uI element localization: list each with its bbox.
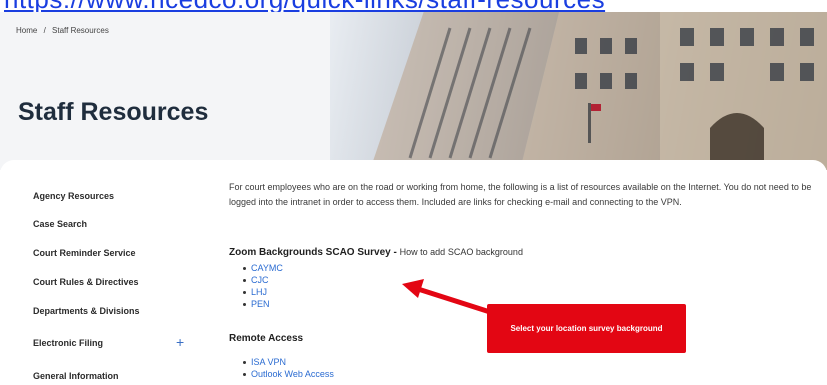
sidebar-item-case-search[interactable]: Case Search xyxy=(33,219,193,239)
callout-text: Select your location survey background xyxy=(510,324,663,333)
building-photo xyxy=(330,8,827,170)
callout-box: Select your location survey background xyxy=(487,304,686,353)
sidebar-item-label: General Information xyxy=(33,371,119,381)
sidebar-item-label: Agency Resources xyxy=(33,191,115,201)
remote-heading-text: Remote Access xyxy=(229,333,304,344)
list-item: Outlook Web Access xyxy=(243,368,334,380)
sidebar-item-label: Electronic Filing xyxy=(33,338,104,348)
remote-access-heading: Remote Access xyxy=(229,333,303,344)
sidebar-item-label: Departments & Divisions xyxy=(33,306,140,316)
breadcrumb-separator: / xyxy=(43,26,46,35)
url-banner[interactable]: https://www.ncedco.org/quick-links/staff… xyxy=(0,0,827,12)
sidebar-item-agency-resources[interactable]: Agency Resources xyxy=(33,191,193,211)
sidebar-item-court-rules-directives[interactable]: Court Rules & Directives xyxy=(33,277,193,297)
list-item: CJC xyxy=(243,274,283,286)
outlook-web-access-link[interactable]: Outlook Web Access xyxy=(251,369,334,379)
intro-paragraph: For court employees who are on the road … xyxy=(229,182,812,207)
sidebar-item-label: Case Search xyxy=(33,219,88,229)
list-item: PEN xyxy=(243,298,283,310)
breadcrumb: Home / Staff Resources xyxy=(16,26,109,35)
breadcrumb-home[interactable]: Home xyxy=(16,26,37,35)
hero-banner: Home / Staff Resources Staff Resources xyxy=(0,8,827,170)
url-banner-text[interactable]: https://www.ncedco.org/quick-links/staff… xyxy=(4,0,605,12)
sidebar-item-label: Court Rules & Directives xyxy=(33,277,139,287)
plus-icon[interactable]: + xyxy=(176,334,184,350)
sidebar-item-departments-divisions[interactable]: Departments & Divisions xyxy=(33,306,193,326)
sidebar-item-general-information[interactable]: General Information xyxy=(33,371,193,385)
sidebar-item-court-reminder-service[interactable]: Court Reminder Service xyxy=(33,248,193,268)
building-illustration xyxy=(370,8,827,170)
list-item: ISA VPN xyxy=(243,356,334,368)
cjc-link[interactable]: CJC xyxy=(251,275,269,285)
pen-link[interactable]: PEN xyxy=(251,299,270,309)
zoom-heading-text: Zoom Backgrounds SCAO Survey - xyxy=(229,247,397,258)
zoom-location-list: CAYMC CJC LHJ PEN xyxy=(243,262,283,310)
page-title: Staff Resources xyxy=(18,98,209,126)
isa-vpn-link[interactable]: ISA VPN xyxy=(251,357,286,367)
breadcrumb-current: Staff Resources xyxy=(52,26,109,35)
scao-background-link[interactable]: SCAO background xyxy=(448,247,523,257)
content-card: Agency Resources Case Search Court Remin… xyxy=(0,160,827,385)
zoom-backgrounds-heading: Zoom Backgrounds SCAO Survey - How to ad… xyxy=(229,247,523,258)
lhj-link[interactable]: LHJ xyxy=(251,287,267,297)
caymc-link[interactable]: CAYMC xyxy=(251,263,283,273)
zoom-howto-text: How to add xyxy=(399,247,446,257)
sidebar-item-label: Court Reminder Service xyxy=(33,248,136,258)
remote-access-list: ISA VPN Outlook Web Access xyxy=(243,356,334,380)
list-item: LHJ xyxy=(243,286,283,298)
list-item: CAYMC xyxy=(243,262,283,274)
sidebar-nav: Agency Resources Case Search Court Remin… xyxy=(0,160,205,385)
sidebar-item-electronic-filing[interactable]: Electronic Filing + xyxy=(33,334,193,358)
